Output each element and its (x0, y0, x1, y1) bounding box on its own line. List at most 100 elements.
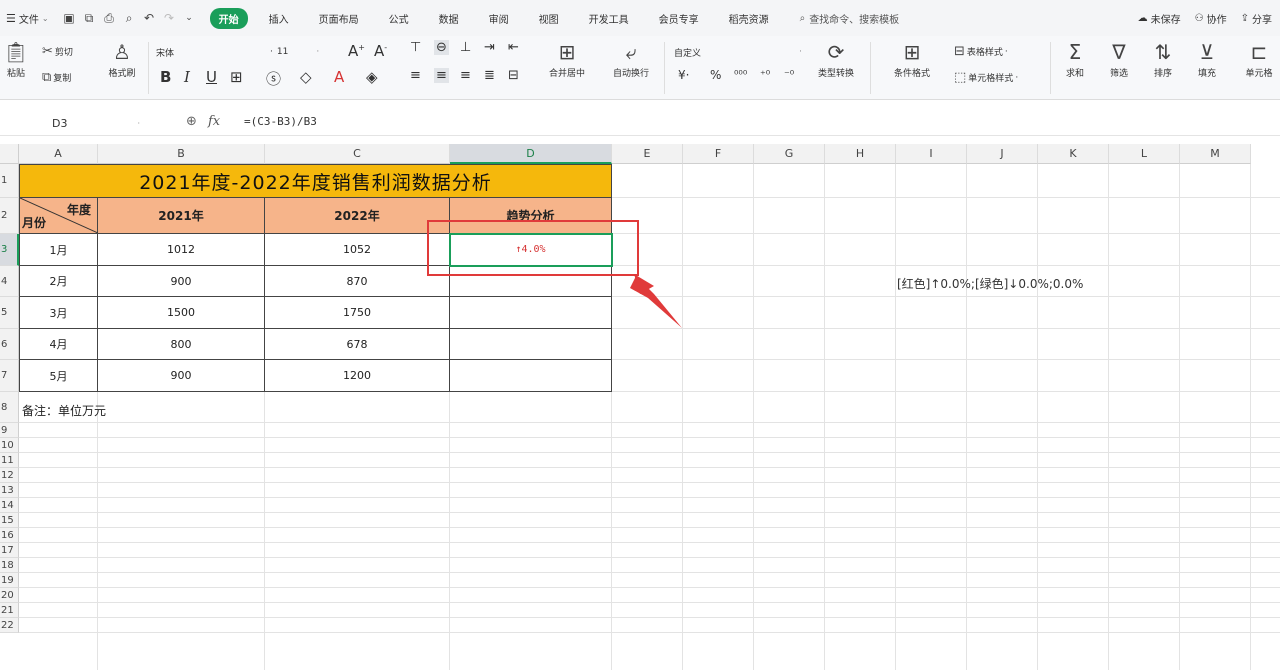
tab-page-layout[interactable]: 页面布局 (310, 8, 368, 29)
number-format-select[interactable]: 自定义 · (674, 43, 802, 61)
font-name-select[interactable]: 宋体 (156, 43, 266, 61)
tab-member[interactable]: 会员专享 (650, 8, 708, 29)
row-header-22[interactable]: 22 (0, 618, 19, 633)
copy-button[interactable]: ⧉ 复制 (42, 70, 71, 85)
fx-icon[interactable]: fx (208, 114, 220, 129)
month-cell[interactable]: 1月 (19, 234, 98, 266)
formula-input[interactable]: =(C3-B3)/B3 (244, 115, 317, 128)
wrap-text-button[interactable]: ⤶ 自动换行 (606, 40, 656, 79)
row-header-19[interactable]: 19 (0, 573, 19, 588)
row-header-4[interactable]: 4 (0, 266, 19, 297)
column-header-i[interactable]: I (896, 144, 967, 164)
strikethrough-icon[interactable]: ⓢ (266, 68, 281, 89)
font-size-select[interactable]: · 11 · (270, 43, 330, 61)
header-2021[interactable]: 2021年 (98, 198, 265, 234)
row-header-13[interactable]: 13 (0, 483, 19, 498)
select-all-corner[interactable] (0, 144, 19, 164)
column-header-k[interactable]: K (1038, 144, 1109, 164)
column-header-c[interactable]: C (265, 144, 450, 164)
collab-button[interactable]: ⚇ 协作 (1195, 11, 1227, 26)
share-button[interactable]: ⇪ 分享 (1241, 11, 1272, 26)
tab-insert[interactable]: 插入 (260, 8, 298, 29)
fill-button[interactable]: ⊻ 填充 (1192, 40, 1222, 79)
font-shrink-icon[interactable]: A- (374, 42, 387, 60)
font-color-icon[interactable]: A (334, 68, 344, 86)
customize-icon[interactable]: ⌄ (183, 12, 196, 25)
thousands-icon[interactable]: ⁰⁰⁰ (734, 68, 747, 81)
column-header-m[interactable]: M (1180, 144, 1251, 164)
row-header-8[interactable]: 8 (0, 392, 19, 423)
zoom-icon[interactable]: ⊕ (186, 114, 197, 129)
column-header-b[interactable]: B (98, 144, 265, 164)
redo-icon[interactable]: ↷ (163, 11, 176, 25)
row-header-3[interactable]: 3 (0, 234, 19, 266)
row-header-11[interactable]: 11 (0, 453, 19, 468)
justify-icon[interactable]: ≣ (484, 68, 495, 83)
title-cell[interactable]: 2021年度-2022年度销售利润数据分析 (19, 164, 612, 198)
row-header-5[interactable]: 5 (0, 297, 19, 329)
italic-icon[interactable]: I (184, 68, 190, 86)
distribute-icon[interactable]: ⊟ (508, 68, 519, 83)
cells-button[interactable]: ⊏ 单元格 (1240, 40, 1278, 79)
column-header-h[interactable]: H (825, 144, 896, 164)
trend-cell[interactable] (450, 360, 612, 392)
align-left-icon[interactable]: ≡ (410, 68, 421, 83)
format-painter-button[interactable]: ♙ 格式刷 (102, 40, 142, 79)
print-preview-icon[interactable]: ⌕ (123, 11, 136, 25)
name-box[interactable]: D3 · (0, 113, 160, 133)
value-2021-cell[interactable]: 900 (98, 266, 265, 297)
tab-formulas[interactable]: 公式 (380, 8, 418, 29)
row-header-20[interactable]: 20 (0, 588, 19, 603)
row-header-17[interactable]: 17 (0, 543, 19, 558)
month-cell[interactable]: 3月 (19, 297, 98, 329)
fill-color-icon[interactable]: ◇ (300, 68, 312, 86)
conditional-format-button[interactable]: ⊞ 条件格式 (884, 40, 940, 79)
trend-cell[interactable] (450, 297, 612, 329)
file-menu[interactable]: ☰ 文件 ⌄ (2, 11, 53, 26)
currency-icon[interactable]: ¥· (678, 68, 689, 82)
value-2021-cell[interactable]: 1012 (98, 234, 265, 266)
type-convert-button[interactable]: ⟳ 类型转换 (808, 40, 864, 79)
underline-icon[interactable]: U (206, 68, 217, 86)
merge-center-button[interactable]: ⊞ 合并居中 (540, 40, 594, 79)
increase-decimal-icon[interactable]: ⁺⁰ (760, 68, 770, 81)
align-center-icon[interactable]: ≡ (434, 68, 449, 83)
print-icon[interactable]: ⎙ (103, 11, 116, 25)
column-header-e[interactable]: E (612, 144, 683, 164)
export-icon[interactable]: ⧉ (83, 11, 96, 25)
row-header-21[interactable]: 21 (0, 603, 19, 618)
cut-button[interactable]: ✂ 剪切 (42, 44, 73, 59)
month-cell[interactable]: 4月 (19, 329, 98, 360)
sort-button[interactable]: ⇅ 排序 (1148, 40, 1178, 79)
tab-resources[interactable]: 稻壳资源 (720, 8, 778, 29)
value-2021-cell[interactable]: 900 (98, 360, 265, 392)
decrease-decimal-icon[interactable]: ⁻⁰ (784, 68, 794, 81)
column-header-g[interactable]: G (754, 144, 825, 164)
table-style-button[interactable]: ⊟ 表格样式 · (954, 44, 1008, 59)
tab-developer[interactable]: 开发工具 (580, 8, 638, 29)
column-header-j[interactable]: J (967, 144, 1038, 164)
value-2021-cell[interactable]: 1500 (98, 297, 265, 329)
row-header-1[interactable]: 1 (0, 164, 19, 198)
font-grow-icon[interactable]: A+ (348, 42, 365, 60)
value-2021-cell[interactable]: 800 (98, 329, 265, 360)
column-header-d[interactable]: D (450, 144, 612, 164)
column-header-a[interactable]: A (19, 144, 98, 164)
save-icon[interactable]: ▣ (63, 11, 76, 25)
row-header-7[interactable]: 7 (0, 360, 19, 392)
value-2022-cell[interactable]: 678 (265, 329, 450, 360)
row-header-9[interactable]: 9 (0, 423, 19, 438)
row-header-14[interactable]: 14 (0, 498, 19, 513)
undo-icon[interactable]: ↶ (143, 11, 156, 25)
value-2022-cell[interactable]: 870 (265, 266, 450, 297)
value-2022-cell[interactable]: 1750 (265, 297, 450, 329)
clear-format-icon[interactable]: ◈ (366, 68, 378, 86)
sum-button[interactable]: Σ 求和 (1060, 40, 1090, 79)
tab-view[interactable]: 视图 (530, 8, 568, 29)
percent-icon[interactable]: % (710, 68, 721, 82)
month-cell[interactable]: 5月 (19, 360, 98, 392)
align-bottom-icon[interactable]: ⊥ (460, 40, 471, 55)
align-right-icon[interactable]: ≡ (460, 68, 471, 83)
tab-data[interactable]: 数据 (430, 8, 468, 29)
border-icon[interactable]: ⊞ (230, 68, 243, 86)
